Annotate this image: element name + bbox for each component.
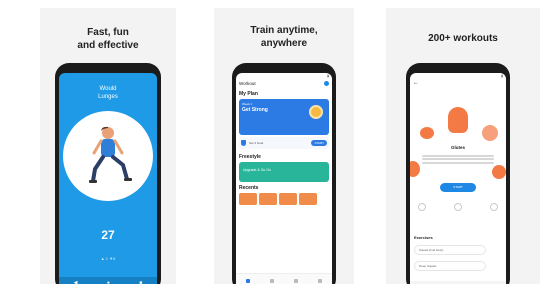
- lunge-figure-icon: [89, 126, 132, 183]
- freestyle-card[interactable]: Upgrade & Go Go: [239, 162, 329, 182]
- section-my-plan: My Plan: [239, 91, 258, 97]
- section-recents: Recents: [239, 185, 259, 191]
- screenshot-panel-2: Train anytime, anywhere ▮ Workout My Pla…: [214, 8, 354, 284]
- glutes-bubble-icon[interactable]: [448, 107, 468, 133]
- section-freestyle: Freestyle: [239, 154, 261, 160]
- android-nav-bar: ◀ ● ■: [59, 277, 157, 284]
- report-icon: [294, 279, 298, 283]
- muscle-group-screen: ▮ ← Glutes START Exercises Squats (Full …: [410, 73, 506, 284]
- muscle-description: [422, 153, 494, 167]
- recent-item[interactable]: [299, 193, 317, 205]
- back-nav-icon[interactable]: ◀: [74, 280, 78, 284]
- app-header: Workout: [236, 79, 332, 88]
- exercise-progress: ▲ 1 ▼8: [100, 256, 116, 261]
- exercise-timer: 27: [101, 228, 115, 242]
- plan-goal-row[interactable]: Set 3 Goal START: [239, 137, 329, 149]
- shield-icon: [241, 140, 246, 146]
- me-icon: [318, 279, 322, 283]
- muscle-title: Glutes: [450, 145, 465, 150]
- recent-item[interactable]: [279, 193, 297, 205]
- nav-me[interactable]: [318, 279, 322, 284]
- abs-bubble-icon[interactable]: [482, 125, 498, 141]
- back-bubble-icon[interactable]: [492, 165, 506, 179]
- plan-goal-text: Set 3 Goal: [249, 141, 264, 145]
- option-icon[interactable]: [454, 203, 462, 211]
- exercise-illustration: [63, 111, 153, 201]
- profile-icon[interactable]: [324, 81, 329, 86]
- recent-item[interactable]: [239, 193, 257, 205]
- option-icon[interactable]: [418, 203, 426, 211]
- battery-icon: ▮: [501, 74, 503, 78]
- screenshot-panel-1: Fast, fun and effective Would Lunges 27 …: [40, 8, 176, 284]
- recents-list: [236, 193, 332, 205]
- medal-icon: [309, 105, 323, 119]
- caption-200-workouts: 200+ workouts: [428, 33, 498, 44]
- chest-bubble-icon[interactable]: [420, 127, 434, 139]
- battery-icon: ▮: [327, 74, 329, 78]
- nav-report[interactable]: [294, 279, 298, 284]
- level-options: [418, 203, 498, 211]
- back-arrow-icon[interactable]: ←: [410, 79, 506, 87]
- caption-train-anytime: Train anytime, anywhere: [250, 25, 318, 49]
- start-button[interactable]: START: [311, 140, 327, 146]
- phone-frame: ▮ ← Glutes START Exercises Squats (Full …: [406, 63, 510, 284]
- exercise-item[interactable]: Squats (Full body): [414, 245, 486, 255]
- recent-item[interactable]: [259, 193, 277, 205]
- plan-icon: [270, 279, 274, 283]
- exercise-screen: Would Lunges 27 ▲ 1 ▼8 ◀ ● ■: [59, 73, 157, 284]
- recents-nav-icon[interactable]: ■: [139, 280, 142, 284]
- screenshot-panel-3: 200+ workouts ▮ ← Glutes START Exercises…: [386, 8, 540, 284]
- caption-fast-fun: Fast, fun and effective: [77, 27, 139, 51]
- option-icon[interactable]: [490, 203, 498, 211]
- plan-card[interactable]: Week 1 Get Strong: [239, 99, 329, 135]
- workout-icon: [246, 279, 250, 283]
- phone-frame: ▮ Workout My Plan Week 1 Get Strong Set …: [232, 63, 336, 284]
- section-exercises: Exercises: [414, 235, 433, 240]
- arm-bubble-icon[interactable]: [410, 161, 420, 177]
- nav-workout[interactable]: [246, 279, 250, 284]
- exercise-item[interactable]: Deep Squats: [414, 261, 486, 271]
- home-nav-icon[interactable]: ●: [107, 280, 110, 284]
- nav-plan[interactable]: [270, 279, 274, 284]
- start-button[interactable]: START: [440, 183, 476, 192]
- android-nav-bar: [410, 281, 506, 284]
- workout-home-screen: ▮ Workout My Plan Week 1 Get Strong Set …: [236, 73, 332, 284]
- exercise-name: Would Lunges: [98, 86, 118, 100]
- app-title: Workout: [239, 81, 256, 86]
- bottom-nav: [236, 273, 332, 284]
- phone-frame: Would Lunges 27 ▲ 1 ▼8 ◀ ● ■: [55, 63, 161, 284]
